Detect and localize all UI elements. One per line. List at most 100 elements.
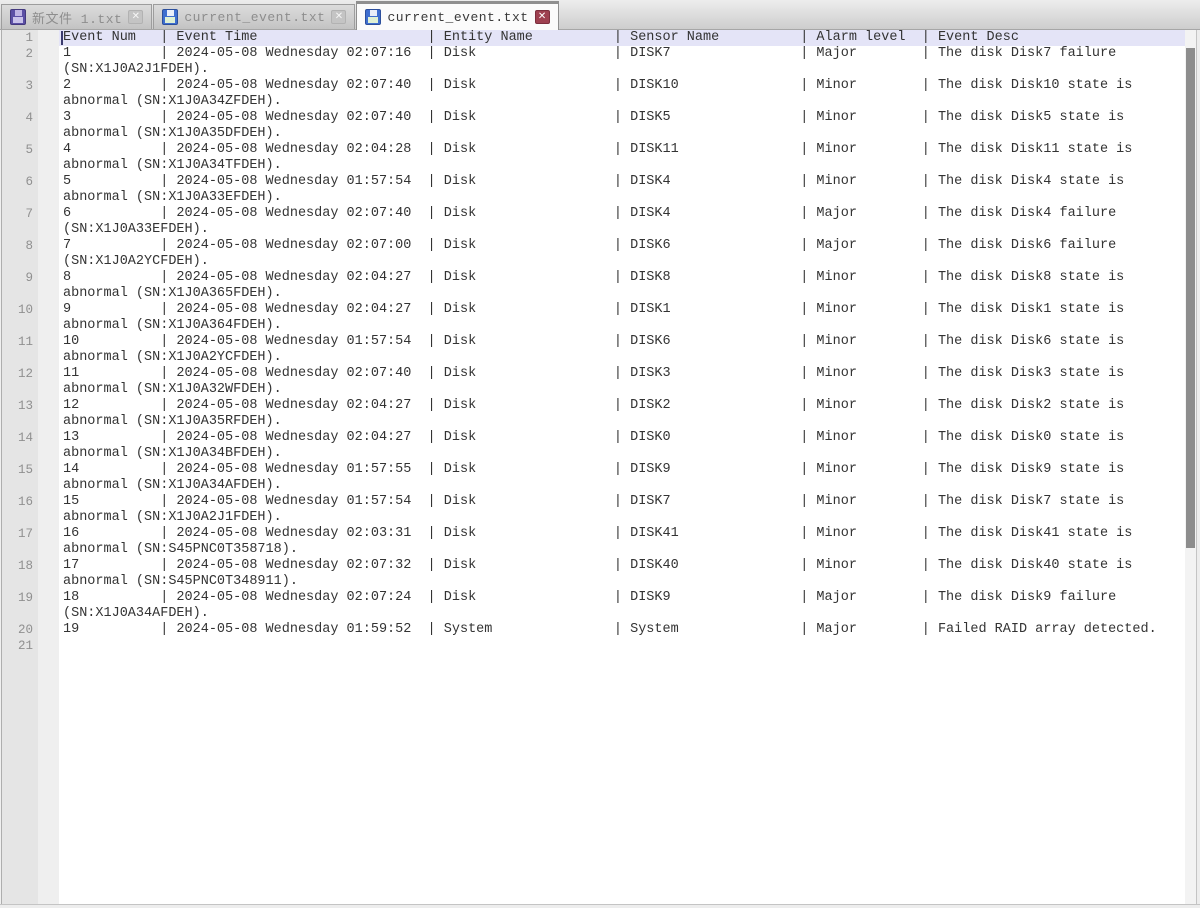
tab-title: current_event.txt (387, 10, 528, 25)
text-row-wrapped[interactable]: abnormal (SN:X1J0A33EFDEH). (63, 190, 1185, 206)
vertical-scrollbar[interactable] (1185, 30, 1196, 904)
text-row[interactable] (63, 638, 1185, 654)
line-number[interactable]: 8 (2, 238, 38, 254)
text-row[interactable]: 7 | 2024-05-08 Wednesday 02:07:00 | Disk… (63, 238, 1185, 254)
line-number[interactable]: 11 (2, 334, 38, 350)
text-row[interactable]: 8 | 2024-05-08 Wednesday 02:04:27 | Disk… (63, 270, 1185, 286)
text-row[interactable]: 5 | 2024-05-08 Wednesday 01:57:54 | Disk… (63, 174, 1185, 190)
text-row-wrapped[interactable]: abnormal (SN:S45PNC0T348911). (63, 574, 1185, 590)
line-number[interactable]: 1 (2, 30, 38, 46)
text-row-wrapped[interactable]: (SN:X1J0A2YCFDEH). (63, 254, 1185, 270)
line-rows: 13 | 2024-05-08 Wednesday 02:04:27 | Dis… (59, 430, 1185, 462)
line-number[interactable]: 12 (2, 366, 38, 382)
editor-area[interactable]: 1 Event Num | Event Time | Entity Name |… (2, 30, 1185, 904)
text-row[interactable]: 9 | 2024-05-08 Wednesday 02:04:27 | Disk… (63, 302, 1185, 318)
text-line: 2 1 | 2024-05-08 Wednesday 02:07:16 | Di… (2, 46, 1185, 78)
close-icon[interactable]: ✕ (331, 10, 346, 24)
text-row[interactable]: 10 | 2024-05-08 Wednesday 01:57:54 | Dis… (63, 334, 1185, 350)
line-number[interactable]: 16 (2, 494, 38, 510)
text-row[interactable]: 3 | 2024-05-08 Wednesday 02:07:40 | Disk… (63, 110, 1185, 126)
line-rows: 6 | 2024-05-08 Wednesday 02:07:40 | Disk… (59, 206, 1185, 238)
text-line: 10 9 | 2024-05-08 Wednesday 02:04:27 | D… (2, 302, 1185, 334)
text-line: 3 2 | 2024-05-08 Wednesday 02:07:40 | Di… (2, 78, 1185, 110)
line-rows: 15 | 2024-05-08 Wednesday 01:57:54 | Dis… (59, 494, 1185, 526)
close-icon[interactable]: ✕ (128, 10, 143, 24)
text-line: 8 7 | 2024-05-08 Wednesday 02:07:00 | Di… (2, 238, 1185, 270)
text-caret (61, 31, 63, 45)
text-row-wrapped[interactable]: (SN:X1J0A34AFDEH). (63, 606, 1185, 622)
text-row[interactable]: 12 | 2024-05-08 Wednesday 02:04:27 | Dis… (63, 398, 1185, 414)
text-row[interactable]: 15 | 2024-05-08 Wednesday 01:57:54 | Dis… (63, 494, 1185, 510)
line-number[interactable]: 15 (2, 462, 38, 478)
tab-title: current_event.txt (184, 10, 325, 25)
text-row-wrapped[interactable]: abnormal (SN:X1J0A34AFDEH). (63, 478, 1185, 494)
tab-bar: 新文件 1.txt ✕ current_event.txt ✕ current_… (0, 0, 1200, 30)
text-row[interactable]: 16 | 2024-05-08 Wednesday 02:03:31 | Dis… (63, 526, 1185, 542)
text-row[interactable]: 13 | 2024-05-08 Wednesday 02:04:27 | Dis… (63, 430, 1185, 446)
text-row[interactable]: 4 | 2024-05-08 Wednesday 02:04:28 | Disk… (63, 142, 1185, 158)
text-row[interactable]: 2 | 2024-05-08 Wednesday 02:07:40 | Disk… (63, 78, 1185, 94)
text-row[interactable]: 19 | 2024-05-08 Wednesday 01:59:52 | Sys… (63, 622, 1185, 638)
line-number[interactable]: 20 (2, 622, 38, 638)
tab-current-event-2-active[interactable]: current_event.txt ✕ (356, 1, 558, 30)
line-rows: 19 | 2024-05-08 Wednesday 01:59:52 | Sys… (59, 622, 1185, 638)
line-number[interactable]: 4 (2, 110, 38, 126)
line-number[interactable]: 18 (2, 558, 38, 574)
text-row-wrapped[interactable]: abnormal (SN:S45PNC0T358718). (63, 542, 1185, 558)
text-row[interactable]: 11 | 2024-05-08 Wednesday 02:07:40 | Dis… (63, 366, 1185, 382)
text-row-wrapped[interactable]: abnormal (SN:X1J0A34ZFDEH). (63, 94, 1185, 110)
text-row[interactable]: Event Num | Event Time | Entity Name | S… (63, 30, 1185, 46)
text-line: 15 14 | 2024-05-08 Wednesday 01:57:55 | … (2, 462, 1185, 494)
text-row-wrapped[interactable]: (SN:X1J0A33EFDEH). (63, 222, 1185, 238)
text-line: 9 8 | 2024-05-08 Wednesday 02:04:27 | Di… (2, 270, 1185, 302)
line-number[interactable]: 17 (2, 526, 38, 542)
text-line: 14 13 | 2024-05-08 Wednesday 02:04:27 | … (2, 430, 1185, 462)
line-rows: 16 | 2024-05-08 Wednesday 02:03:31 | Dis… (59, 526, 1185, 558)
text-line: 21 (2, 638, 1185, 654)
text-line: 17 16 | 2024-05-08 Wednesday 02:03:31 | … (2, 526, 1185, 558)
tab-current-event-1[interactable]: current_event.txt ✕ (153, 4, 355, 29)
text-row-wrapped[interactable]: abnormal (SN:X1J0A32WFDEH). (63, 382, 1185, 398)
line-rows: 3 | 2024-05-08 Wednesday 02:07:40 | Disk… (59, 110, 1185, 142)
text-line: 19 18 | 2024-05-08 Wednesday 02:07:24 | … (2, 590, 1185, 622)
text-row-wrapped[interactable]: abnormal (SN:X1J0A35DFDEH). (63, 126, 1185, 142)
text-row-wrapped[interactable]: abnormal (SN:X1J0A2YCFDEH). (63, 350, 1185, 366)
text-row[interactable]: 1 | 2024-05-08 Wednesday 02:07:16 | Disk… (63, 46, 1185, 62)
line-number[interactable]: 6 (2, 174, 38, 190)
line-rows: 14 | 2024-05-08 Wednesday 01:57:55 | Dis… (59, 462, 1185, 494)
text-row[interactable]: 6 | 2024-05-08 Wednesday 02:07:40 | Disk… (63, 206, 1185, 222)
line-rows: 7 | 2024-05-08 Wednesday 02:07:00 | Disk… (59, 238, 1185, 270)
line-number[interactable]: 2 (2, 46, 38, 62)
text-row-wrapped[interactable]: abnormal (SN:X1J0A364FDEH). (63, 318, 1185, 334)
scrollbar-thumb[interactable] (1186, 48, 1195, 548)
text-row[interactable]: 18 | 2024-05-08 Wednesday 02:07:24 | Dis… (63, 590, 1185, 606)
line-rows: 5 | 2024-05-08 Wednesday 01:57:54 | Disk… (59, 174, 1185, 206)
line-number[interactable]: 14 (2, 430, 38, 446)
line-number[interactable]: 10 (2, 302, 38, 318)
window-border-left (0, 30, 2, 908)
text-row[interactable]: 14 | 2024-05-08 Wednesday 01:57:55 | Dis… (63, 462, 1185, 478)
text-line: 16 15 | 2024-05-08 Wednesday 01:57:54 | … (2, 494, 1185, 526)
line-number[interactable]: 19 (2, 590, 38, 606)
line-number[interactable]: 5 (2, 142, 38, 158)
text-row-wrapped[interactable]: abnormal (SN:X1J0A35RFDEH). (63, 414, 1185, 430)
line-number[interactable]: 13 (2, 398, 38, 414)
line-rows: 17 | 2024-05-08 Wednesday 02:07:32 | Dis… (59, 558, 1185, 590)
close-icon[interactable]: ✕ (535, 10, 550, 24)
text-row-wrapped[interactable]: abnormal (SN:X1J0A34TFDEH). (63, 158, 1185, 174)
line-rows: 18 | 2024-05-08 Wednesday 02:07:24 | Dis… (59, 590, 1185, 622)
text-row-wrapped[interactable]: abnormal (SN:X1J0A365FDEH). (63, 286, 1185, 302)
text-row-wrapped[interactable]: (SN:X1J0A2J1FDEH). (63, 62, 1185, 78)
line-number[interactable]: 3 (2, 78, 38, 94)
line-number[interactable]: 7 (2, 206, 38, 222)
line-number[interactable]: 21 (2, 638, 38, 654)
text-row[interactable]: 17 | 2024-05-08 Wednesday 02:07:32 | Dis… (63, 558, 1185, 574)
text-row-wrapped[interactable]: abnormal (SN:X1J0A34BFDEH). (63, 446, 1185, 462)
line-rows: 4 | 2024-05-08 Wednesday 02:04:28 | Disk… (59, 142, 1185, 174)
tab-new-file-1[interactable]: 新文件 1.txt ✕ (1, 4, 152, 29)
line-number[interactable]: 9 (2, 270, 38, 286)
line-rows: 8 | 2024-05-08 Wednesday 02:04:27 | Disk… (59, 270, 1185, 302)
text-line: 5 4 | 2024-05-08 Wednesday 02:04:28 | Di… (2, 142, 1185, 174)
text-row-wrapped[interactable]: abnormal (SN:X1J0A2J1FDEH). (63, 510, 1185, 526)
text-line: 6 5 | 2024-05-08 Wednesday 01:57:54 | Di… (2, 174, 1185, 206)
